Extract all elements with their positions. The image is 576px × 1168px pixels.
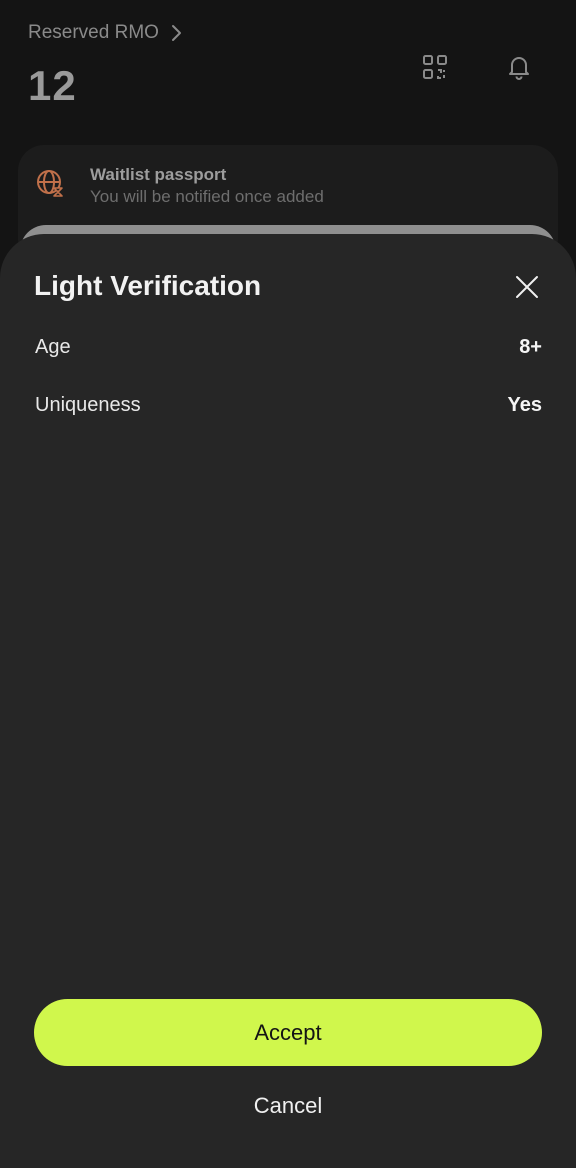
sheet-title: Light Verification [34,270,262,301]
uniqueness-value: Yes [507,394,542,416]
qr-code-icon[interactable] [422,54,448,80]
age-row: Age 8+ [35,336,542,359]
reserved-rmo-label: Reserved RMO [28,22,159,43]
uniqueness-label: Uniqueness [35,394,141,416]
age-label: Age [35,336,71,358]
reserved-balance: 12 [28,62,77,109]
age-value: 8+ [519,336,542,358]
close-button[interactable] [510,270,544,304]
waitlist-title: Waitlist passport [90,165,227,184]
cancel-button[interactable]: Cancel [188,1086,388,1126]
accept-button[interactable]: Accept [34,999,542,1066]
chevron-right-icon [171,25,181,41]
bell-icon[interactable] [506,54,532,80]
light-verification-sheet: Light Verification Age 8+ Uniqueness Yes… [0,234,576,1168]
screen: Reserved RMO 12 Waitlist passport You wi… [0,0,576,1168]
uniqueness-row: Uniqueness Yes [35,394,542,417]
waitlist-subtitle: You will be notified once added [90,187,324,206]
reserved-rmo-link[interactable]: Reserved RMO [28,22,183,44]
close-icon [516,276,538,298]
globe-hourglass-icon [37,170,63,197]
